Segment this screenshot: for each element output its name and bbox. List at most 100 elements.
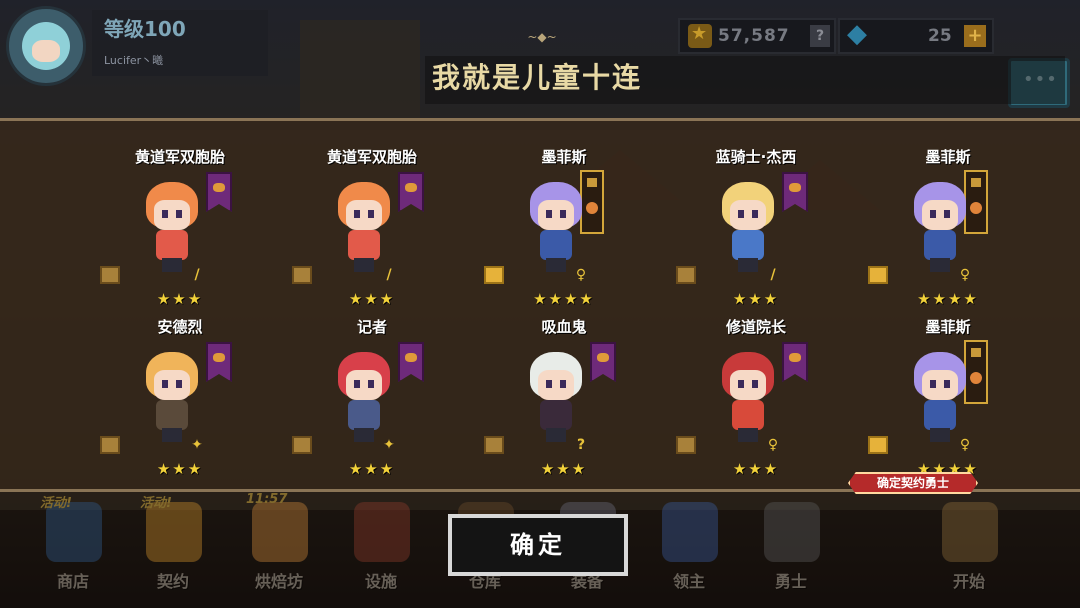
hero-legs bbox=[738, 428, 758, 442]
weapon-type-icon: ♀ bbox=[575, 267, 587, 283]
player-name: Lucifer丶曦 bbox=[104, 54, 164, 67]
nav-label: 设施 bbox=[364, 572, 397, 591]
hero-sprite bbox=[524, 352, 588, 448]
nav-item[interactable]: 设施 bbox=[336, 494, 426, 608]
nav-label: 开始 bbox=[952, 572, 985, 591]
hero-star-rating: ★★★ bbox=[156, 460, 204, 478]
hero-name: 修道院长 bbox=[725, 318, 786, 336]
scroll-icon bbox=[292, 436, 312, 454]
hero-face bbox=[538, 200, 574, 230]
hero-outfit bbox=[156, 400, 188, 430]
avatar-face bbox=[22, 22, 70, 70]
nav-label: 烘焙坊 bbox=[254, 572, 303, 591]
hero-sprite bbox=[140, 352, 204, 448]
hero-card[interactable]: 安德烈 ✦ ★★★ bbox=[100, 294, 260, 478]
hero-sprite bbox=[140, 182, 204, 278]
hero-card[interactable]: 蓝骑士·杰西 / ★★★ bbox=[676, 124, 836, 308]
nav-badge: 活动! bbox=[40, 496, 72, 511]
nav-label: 商店 bbox=[56, 572, 89, 591]
hero-name: 记者 bbox=[356, 318, 387, 336]
hero-outfit bbox=[540, 230, 572, 260]
weapon-type-icon: ? bbox=[576, 437, 586, 453]
class-banner-icon bbox=[206, 172, 232, 212]
class-banner-icon bbox=[206, 342, 232, 382]
weapon-type-icon: / bbox=[194, 267, 200, 283]
hero-card[interactable]: 墨菲斯 ♀ ★★★★ bbox=[868, 294, 1028, 478]
hero-sprite bbox=[332, 352, 396, 448]
add-gems-button[interactable]: + bbox=[964, 25, 986, 47]
hero-face bbox=[922, 200, 958, 230]
hero-legs bbox=[930, 428, 950, 442]
hero-eye bbox=[738, 210, 744, 218]
hero-legs bbox=[546, 258, 566, 272]
scroll-icon bbox=[100, 436, 120, 454]
weapon-type-icon: / bbox=[770, 267, 776, 283]
hero-sprite bbox=[908, 352, 972, 448]
hero-sprite bbox=[908, 182, 972, 278]
hero-sprite bbox=[716, 182, 780, 278]
hero-card[interactable]: 黄道军双胞胎 / ★★★ bbox=[100, 124, 260, 308]
gold-amount: 57,587 bbox=[718, 26, 790, 46]
nav-item[interactable]: 勇士 bbox=[746, 494, 836, 608]
hero-eye bbox=[354, 210, 360, 218]
scroll-icon bbox=[868, 436, 888, 454]
hero-card[interactable]: 记者 ✦ ★★★ bbox=[292, 294, 452, 478]
hero-eye bbox=[176, 210, 182, 218]
nav-item[interactable]: 开始 bbox=[924, 494, 1014, 608]
hero-face bbox=[154, 370, 190, 400]
hero-card[interactable]: 墨菲斯 ♀ ★★★★ bbox=[868, 124, 1028, 308]
scroll-icon bbox=[868, 266, 888, 284]
hero-sprite bbox=[716, 352, 780, 448]
help-icon[interactable]: ? bbox=[810, 25, 830, 47]
nav-item-icon bbox=[46, 502, 102, 562]
nav-item-icon bbox=[942, 502, 998, 562]
weapon-type-icon: ♀ bbox=[959, 437, 971, 453]
hero-face bbox=[346, 370, 382, 400]
hero-card[interactable]: 修道院长 ♀ ★★★ bbox=[676, 294, 836, 478]
hero-name: 黄道军双胞胎 bbox=[134, 148, 225, 166]
hero-sprite bbox=[332, 182, 396, 278]
hero-eye bbox=[930, 380, 936, 388]
hero-face bbox=[922, 370, 958, 400]
hero-eye bbox=[930, 210, 936, 218]
hero-legs bbox=[354, 428, 374, 442]
hero-face bbox=[154, 200, 190, 230]
hero-legs bbox=[546, 428, 566, 442]
hero-outfit bbox=[540, 400, 572, 430]
confirm-contract-tag: 确定契约勇士 bbox=[848, 472, 978, 494]
hero-outfit bbox=[732, 230, 764, 260]
gold-star-icon bbox=[688, 23, 712, 48]
nav-item-icon bbox=[354, 502, 410, 562]
hero-outfit bbox=[924, 400, 956, 430]
hero-face bbox=[538, 370, 574, 400]
weapon-type-icon: ✦ bbox=[191, 437, 203, 453]
title-ornament-icon: ~◆~ bbox=[527, 30, 557, 44]
hero-eye bbox=[546, 210, 552, 218]
hero-legs bbox=[738, 258, 758, 272]
hero-eye bbox=[354, 380, 360, 388]
hero-outfit bbox=[348, 230, 380, 260]
player-level: 等级100 bbox=[104, 17, 186, 41]
nav-item[interactable]: 活动! 商店 bbox=[28, 494, 118, 608]
hero-card[interactable]: 墨菲斯 ♀ ★★★★ bbox=[484, 124, 644, 308]
hero-eye bbox=[944, 210, 950, 218]
hero-outfit bbox=[924, 230, 956, 260]
nav-item[interactable]: 领主 bbox=[644, 494, 734, 608]
hero-card[interactable]: 吸血鬼? ★★★ bbox=[484, 294, 644, 478]
hero-legs bbox=[162, 428, 182, 442]
nav-item[interactable]: 11:57 烘焙坊 bbox=[234, 492, 324, 608]
hero-name: 墨菲斯 bbox=[925, 148, 971, 166]
class-banner-icon bbox=[782, 342, 808, 382]
hero-card[interactable]: 黄道军双胞胎 / ★★★ bbox=[292, 124, 452, 308]
nav-item[interactable]: 活动! 契约 bbox=[128, 494, 218, 608]
weapon-type-icon: ♀ bbox=[767, 437, 779, 453]
hero-name: 黄道军双胞胎 bbox=[326, 148, 417, 166]
class-banner-icon bbox=[398, 172, 424, 212]
player-avatar[interactable] bbox=[6, 6, 86, 86]
hero-eye bbox=[752, 210, 758, 218]
hero-legs bbox=[354, 258, 374, 272]
hero-outfit bbox=[348, 400, 380, 430]
nav-item-icon bbox=[662, 502, 718, 562]
confirm-button[interactable]: 确定 bbox=[448, 514, 628, 576]
hero-name: 墨菲斯 bbox=[541, 148, 587, 166]
